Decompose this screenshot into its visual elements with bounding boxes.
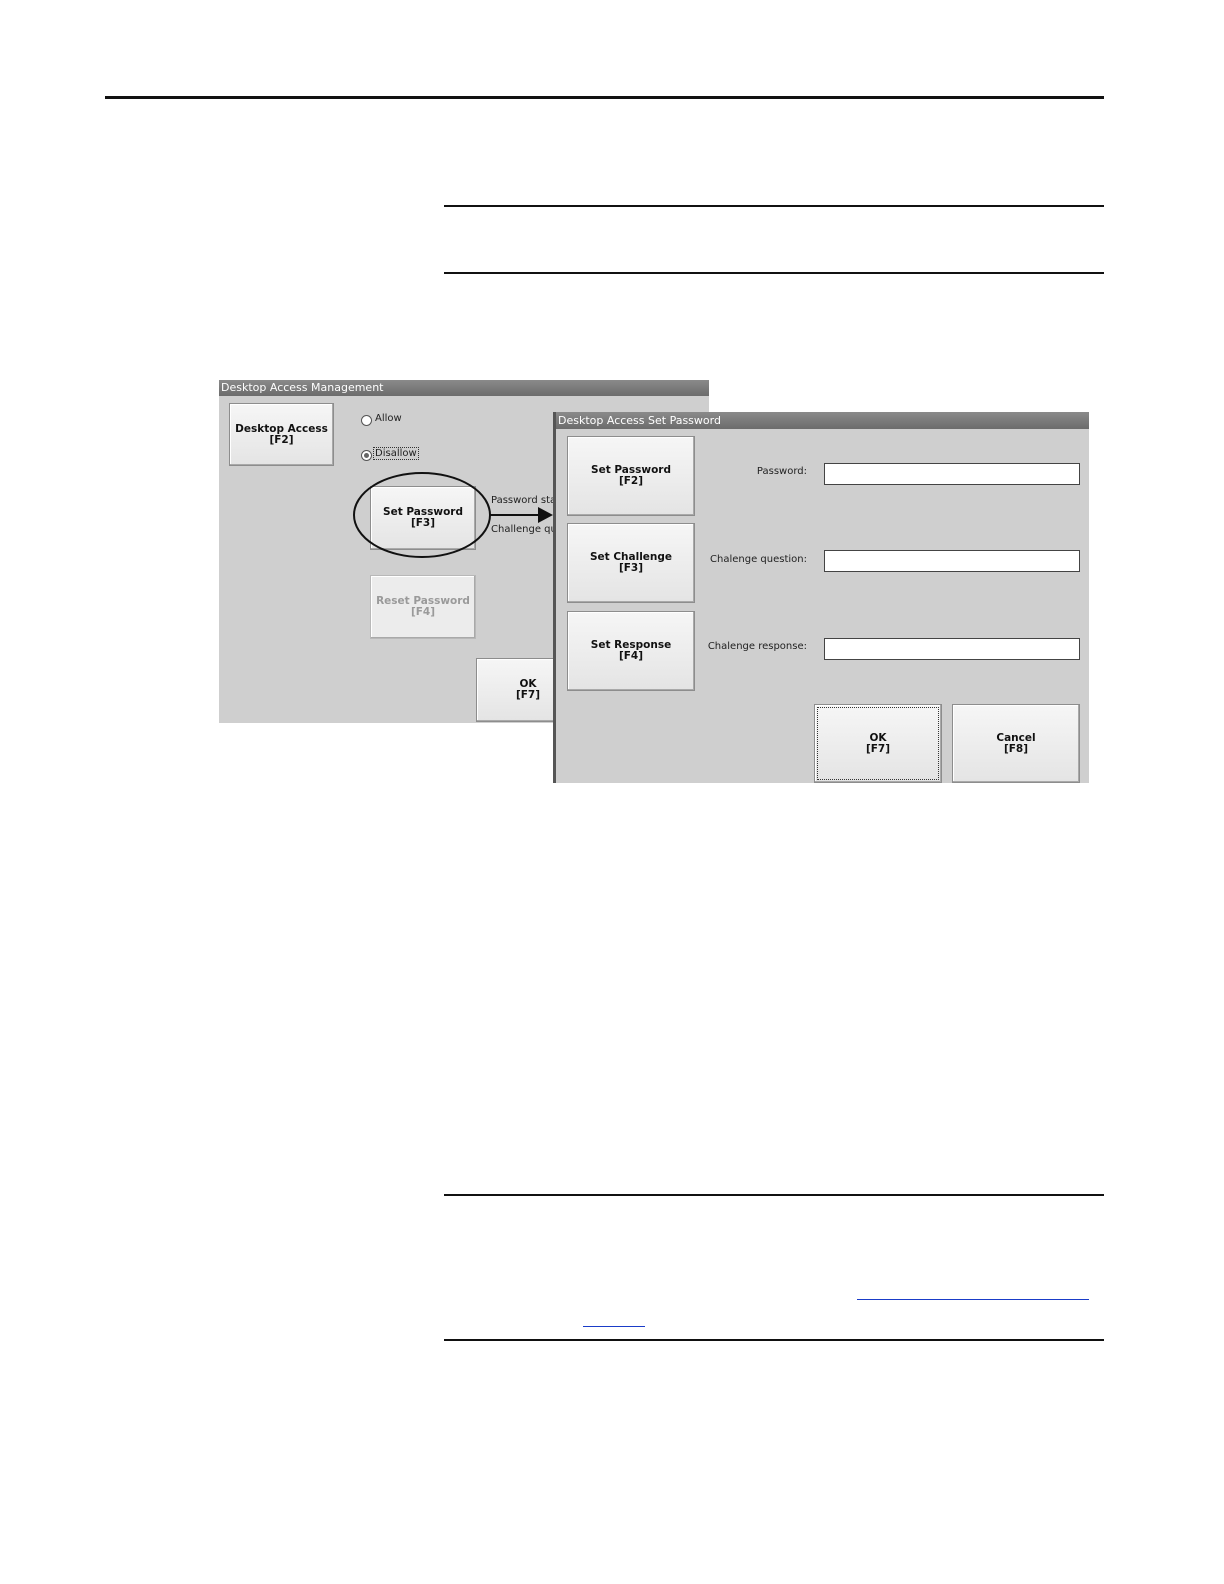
- set-challenge-button[interactable]: Set Challenge [F3]: [567, 523, 695, 603]
- button-key: [F7]: [515, 689, 541, 701]
- note-bottom-rule: [444, 272, 1104, 274]
- disallow-label: Disallow: [373, 447, 419, 460]
- password-field[interactable]: [824, 463, 1080, 485]
- button-label: Desktop Access: [235, 422, 328, 435]
- ok-button[interactable]: OK [F7]: [814, 704, 942, 783]
- button-key: [F7]: [865, 742, 891, 755]
- password-label: Password:: [756, 466, 807, 477]
- challenge-response-field[interactable]: [824, 638, 1080, 660]
- button-key: [F2]: [618, 475, 644, 487]
- window-title: Desktop Access Set Password: [556, 412, 1089, 429]
- allow-radio[interactable]: [361, 415, 372, 426]
- button-key: [F2]: [269, 433, 294, 446]
- button-label: OK: [869, 731, 887, 744]
- allow-label: Allow: [375, 413, 402, 424]
- set-password-button[interactable]: Set Password [F3]: [370, 486, 476, 550]
- challenge-question-label: Chalenge question:: [710, 554, 807, 565]
- cancel-button[interactable]: Cancel [F8]: [952, 704, 1080, 783]
- challenge-question-field[interactable]: [824, 550, 1080, 572]
- button-key: [F3]: [618, 562, 644, 574]
- set-password-button[interactable]: Set Password [F2]: [567, 436, 695, 516]
- link-underline[interactable]: [583, 1326, 645, 1327]
- disallow-radio[interactable]: [361, 450, 372, 461]
- reset-password-button[interactable]: Reset Password [F4]: [370, 575, 476, 639]
- button-key: [F3]: [410, 517, 436, 529]
- set-response-button[interactable]: Set Response [F4]: [567, 611, 695, 691]
- challenge-response-label: Chalenge response:: [707, 641, 807, 652]
- lower-note-top-rule: [444, 1194, 1104, 1196]
- window-title: Desktop Access Management: [219, 380, 709, 396]
- link-underline[interactable]: [857, 1299, 1089, 1300]
- desktop-access-set-password-window: Desktop Access Set Password Set Password…: [553, 412, 1089, 783]
- button-key: [F8]: [1003, 742, 1029, 755]
- button-label: Cancel: [996, 731, 1036, 744]
- callout-overlay: [353, 472, 553, 558]
- desktop-access-button[interactable]: Desktop Access [F2]: [229, 403, 334, 466]
- button-key: [F4]: [410, 606, 436, 618]
- lower-note-bottom-rule: [444, 1339, 1104, 1341]
- button-key: [F4]: [618, 650, 644, 662]
- note-top-rule: [444, 205, 1104, 207]
- page-top-rule: [105, 96, 1104, 99]
